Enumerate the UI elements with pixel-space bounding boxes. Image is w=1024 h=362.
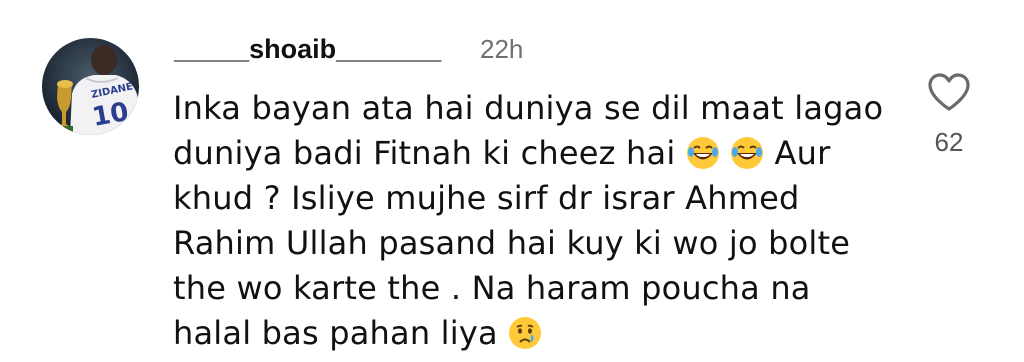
avatar-jersey-number: 10 (90, 97, 131, 133)
comment-timestamp: 22h (480, 34, 524, 64)
heart-outline-icon (928, 73, 970, 111)
laughing-tears-emoji-icon (686, 136, 720, 170)
laughing-tears-emoji-icon (730, 136, 764, 170)
username-link[interactable]: _____shoaib_______ (174, 33, 441, 65)
comment-text: Inka bayan ata hai duniya se dil maat la… (173, 86, 893, 356)
comment-text-part (720, 134, 730, 172)
crying-face-emoji-icon (508, 316, 542, 350)
like-count: 62 (934, 127, 964, 157)
like-button[interactable] (926, 72, 972, 112)
comment-item: ZIDANE 10 _____shoaib_______ 22h Inka ba… (0, 0, 1024, 359)
avatar-image: ZIDANE 10 (42, 38, 139, 135)
avatar[interactable]: ZIDANE 10 (42, 38, 139, 135)
